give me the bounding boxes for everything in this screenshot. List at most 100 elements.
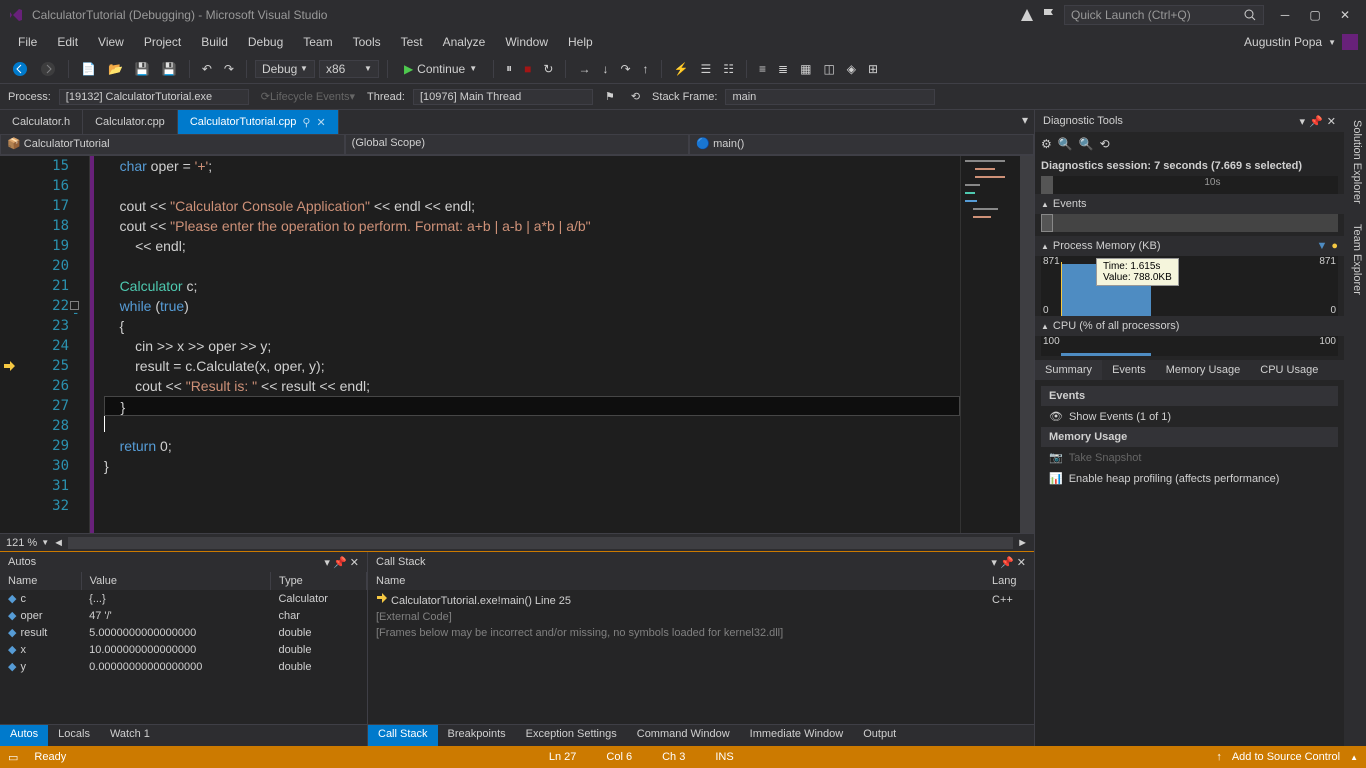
autos-col-name[interactable]: Name: [0, 572, 81, 590]
autos-row[interactable]: ◆c{...}Calculator: [0, 590, 367, 607]
panel-dropdown-icon[interactable]: ▾: [324, 557, 330, 569]
bottom-tab-breakpoints[interactable]: Breakpoints: [438, 725, 516, 746]
diag-timeline[interactable]: 10s: [1041, 176, 1338, 194]
menu-tools[interactable]: Tools: [343, 33, 391, 51]
continue-button[interactable]: ▶Continue ▼: [396, 60, 485, 78]
new-file-button[interactable]: 📄: [77, 60, 100, 78]
tb-misc-5[interactable]: ≣: [774, 60, 792, 78]
nav-scope-combo[interactable]: (Global Scope): [345, 134, 690, 155]
menu-build[interactable]: Build: [191, 33, 238, 51]
pin-icon[interactable]: 📌: [1309, 115, 1323, 128]
process-combo[interactable]: [19132] CalculatorTutorial.exe: [59, 89, 249, 105]
source-control-button[interactable]: Add to Source Control: [1232, 751, 1340, 763]
code-line-30[interactable]: }: [104, 456, 960, 476]
code-line-18[interactable]: cout << "Please enter the operation to p…: [104, 216, 960, 236]
code-line-15[interactable]: char oper = '+';: [104, 156, 960, 176]
flag-icon[interactable]: [1042, 8, 1056, 22]
diag-cpu-head[interactable]: CPU (% of all processors): [1053, 320, 1180, 332]
lifecycle-events[interactable]: ⟳ Lifecycle Events ▾: [257, 88, 359, 105]
enable-heap-button[interactable]: 📊Enable heap profiling (affects performa…: [1041, 468, 1338, 489]
code-editor[interactable]: 1516171819202122-23242526272829303132 ch…: [0, 156, 1034, 533]
panel-close-icon[interactable]: ✕: [1017, 557, 1026, 569]
code-line-26[interactable]: cout << "Result is: " << result << endl;: [104, 376, 960, 396]
reset-zoom-icon[interactable]: ⟲: [1100, 137, 1110, 151]
show-next-button[interactable]: →: [574, 60, 594, 78]
redo-button[interactable]: ↷: [220, 60, 238, 78]
menu-team[interactable]: Team: [293, 33, 342, 51]
tb-misc-2[interactable]: ☰: [696, 60, 715, 78]
pin-icon[interactable]: 📌: [1000, 557, 1014, 569]
tab-calculator-h[interactable]: Calculator.h: [0, 110, 83, 134]
code-line-27[interactable]: }: [104, 396, 960, 416]
callstack-row[interactable]: [Frames below may be incorrect and/or mi…: [368, 625, 1034, 641]
code-line-19[interactable]: << endl;: [104, 236, 960, 256]
user-account[interactable]: Augustin Popa ▼: [1244, 34, 1358, 50]
code-line-17[interactable]: cout << "Calculator Console Application"…: [104, 196, 960, 216]
autos-row[interactable]: ◆y0.00000000000000000double: [0, 658, 367, 675]
tb-misc-7[interactable]: ◫: [819, 60, 838, 78]
tb-misc-8[interactable]: ◈: [843, 60, 860, 78]
menu-view[interactable]: View: [88, 33, 134, 51]
zoom-in-icon[interactable]: 🔍: [1058, 137, 1073, 151]
nav-fwd-button[interactable]: [36, 59, 60, 79]
filter-icon[interactable]: ⚑: [601, 88, 619, 105]
vert-tab-team-explorer[interactable]: Team Explorer: [1344, 214, 1366, 305]
thread-combo[interactable]: [10976] Main Thread: [413, 89, 593, 105]
menu-analyze[interactable]: Analyze: [433, 33, 496, 51]
step-over-button[interactable]: ↷: [616, 60, 634, 78]
menu-edit[interactable]: Edit: [47, 33, 88, 51]
bottom-tab-watch-1[interactable]: Watch 1: [100, 725, 160, 746]
stop-button[interactable]: ■: [520, 60, 535, 78]
diag-tab-memory-usage[interactable]: Memory Usage: [1156, 360, 1251, 380]
callstack-row[interactable]: [External Code]: [368, 609, 1034, 625]
code-line-28[interactable]: [104, 416, 960, 436]
config-combo[interactable]: Debug ▼: [255, 60, 315, 78]
quick-launch-input[interactable]: Quick Launch (Ctrl+Q): [1064, 5, 1264, 25]
code-line-29[interactable]: return 0;: [104, 436, 960, 456]
open-file-button[interactable]: 📂: [104, 60, 127, 78]
undo-button[interactable]: ↶: [198, 60, 216, 78]
collapse-icon[interactable]: -: [70, 301, 79, 310]
stackframe-combo[interactable]: main: [725, 89, 935, 105]
take-snapshot-button[interactable]: 📷Take Snapshot: [1041, 447, 1338, 468]
menu-test[interactable]: Test: [391, 33, 433, 51]
bottom-tab-immediate-window[interactable]: Immediate Window: [740, 725, 854, 746]
menu-help[interactable]: Help: [558, 33, 603, 51]
tb-misc-3[interactable]: ☷: [719, 60, 738, 78]
horizontal-scrollbar[interactable]: [68, 537, 1013, 549]
diag-tab-cpu-usage[interactable]: CPU Usage: [1250, 360, 1328, 380]
notification-icon[interactable]: [1020, 8, 1034, 22]
restart-button[interactable]: ↻: [539, 60, 557, 78]
pin-icon[interactable]: 📌: [333, 557, 347, 569]
memory-chart[interactable]: 871 871 0 0 Time: 1.615s Value: 788.0KB: [1041, 256, 1338, 316]
code-line-20[interactable]: [104, 256, 960, 276]
code-line-22[interactable]: while (true): [104, 296, 960, 316]
autos-row[interactable]: ◆x10.000000000000000double: [0, 641, 367, 658]
code-line-31[interactable]: [104, 476, 960, 496]
cs-col-name[interactable]: Name: [368, 572, 984, 590]
vert-tab-solution-explorer[interactable]: Solution Explorer: [1344, 110, 1366, 214]
minimize-button[interactable]: ─: [1272, 5, 1298, 25]
code-line-32[interactable]: [104, 496, 960, 516]
publish-icon[interactable]: ↑: [1216, 751, 1222, 763]
bottom-tab-exception-settings[interactable]: Exception Settings: [516, 725, 627, 746]
autos-row[interactable]: ◆oper47 '/'char: [0, 607, 367, 624]
panel-close-icon[interactable]: ✕: [1327, 115, 1336, 128]
tb-misc-1[interactable]: ⚡: [670, 60, 693, 78]
bottom-tab-locals[interactable]: Locals: [48, 725, 100, 746]
menu-debug[interactable]: Debug: [238, 33, 293, 51]
diag-tab-summary[interactable]: Summary: [1035, 360, 1102, 380]
tab-close-icon[interactable]: ✕: [316, 116, 325, 129]
tab-overflow-button[interactable]: ▾: [1016, 110, 1034, 134]
menu-project[interactable]: Project: [134, 33, 191, 51]
step-out-button[interactable]: ↑: [639, 60, 653, 78]
panel-close-icon[interactable]: ✕: [350, 557, 359, 569]
platform-combo[interactable]: x86 ▼: [319, 60, 379, 78]
code-line-23[interactable]: {: [104, 316, 960, 336]
panel-dropdown-icon[interactable]: ▾: [1300, 115, 1306, 128]
tab-calculatortutorial-cpp[interactable]: CalculatorTutorial.cpp⚲✕: [178, 110, 339, 134]
tb-misc-9[interactable]: ⊞: [864, 60, 882, 78]
diag-events-head[interactable]: Events: [1053, 198, 1087, 210]
code-line-21[interactable]: Calculator c;: [104, 276, 960, 296]
vertical-scrollbar[interactable]: [1020, 156, 1034, 533]
